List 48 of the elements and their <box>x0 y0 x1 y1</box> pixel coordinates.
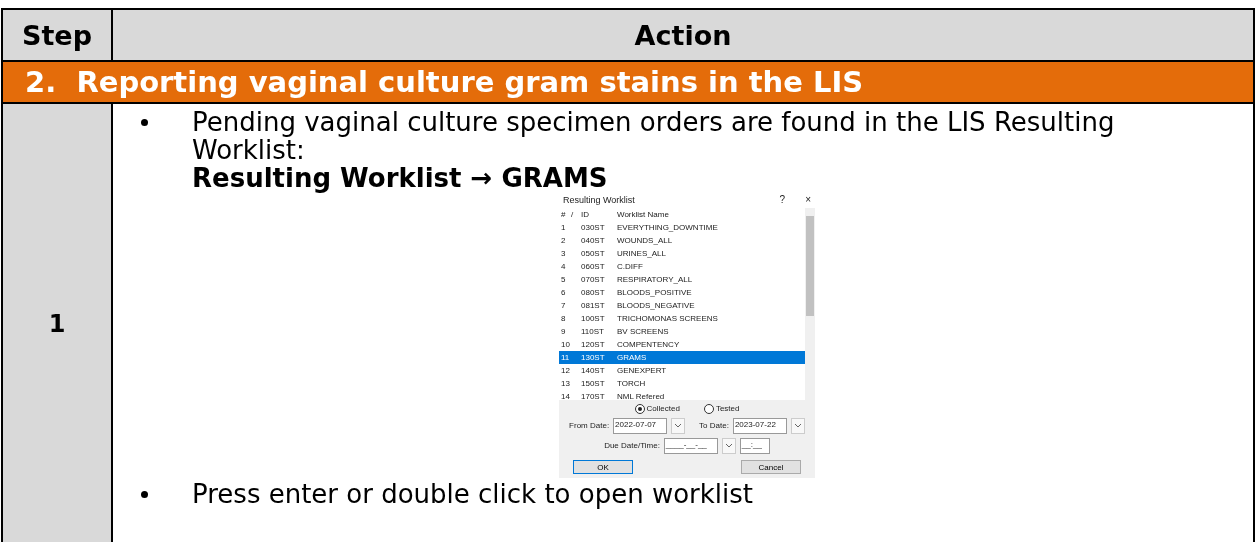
instruction-text: Pending vaginal culture specimen orders are found in the LIS Resulting Worklist: <box>192 108 1116 164</box>
worklist-row[interactable]: 9 110ST BV SCREENS <box>559 325 805 338</box>
worklist-row[interactable]: 6 080ST BLOODS_POSITIVE <box>559 286 805 299</box>
section-header: 2. Reporting vaginal culture gram stains in the LIS <box>3 62 1255 104</box>
help-button[interactable]: ? <box>779 195 786 205</box>
chevron-down-icon <box>675 424 682 428</box>
cancel-button[interactable]: Cancel <box>741 460 801 474</box>
list-header: # <box>561 209 567 220</box>
field-label: From Date: <box>569 421 610 431</box>
worklist-row[interactable]: 5 070ST RESPIRATORY_ALL <box>559 273 805 286</box>
list-header: Worklist Name <box>617 209 670 220</box>
date-field[interactable]: ____-__-__ <box>663 438 718 454</box>
menu-path: Resulting Worklist → GRAMS <box>191 164 609 192</box>
ok-button[interactable]: OK <box>573 460 633 474</box>
worklist-row[interactable]: 3 050ST URINES_ALL <box>559 247 805 260</box>
dropdown-button[interactable] <box>790 418 805 434</box>
field-label: Due Date/Time: <box>604 441 660 451</box>
dropdown-button[interactable] <box>671 418 686 434</box>
bullet-icon <box>141 491 148 498</box>
list-header: / <box>571 209 575 220</box>
step-number: 1 <box>3 104 113 542</box>
instruction-text: Press enter or double click to open worklist <box>192 480 754 508</box>
worklist-row[interactable]: 7 081ST BLOODS_NEGATIVE <box>559 299 805 312</box>
dropdown-button[interactable] <box>721 438 736 454</box>
column-header: Action <box>113 10 1255 62</box>
worklist-row[interactable]: 11 130ST GRAMS <box>559 351 805 364</box>
worklist-row[interactable]: 8 100ST TRICHOMONAS SCREENS <box>559 312 805 325</box>
worklist-row[interactable]: 1 030ST EVERYTHING_DOWNTIME <box>559 221 805 234</box>
radio-button[interactable]: Collected <box>634 404 680 414</box>
worklist-row[interactable]: 2 040ST WOUNDS_ALL <box>559 234 805 247</box>
scrollbar[interactable] <box>805 208 815 400</box>
chevron-down-icon <box>725 444 732 448</box>
worklist-row[interactable]: 13 150ST TORCH <box>559 377 805 390</box>
worklist-row[interactable]: 10 120ST COMPENTENCY <box>559 338 805 351</box>
column-header: Step <box>3 10 113 62</box>
radio-button[interactable]: Tested <box>703 404 740 414</box>
time-field[interactable]: __:__ <box>739 438 770 454</box>
bullet-icon <box>141 119 148 126</box>
close-button[interactable]: × <box>805 195 811 205</box>
field-label: To Date: <box>699 421 729 431</box>
worklist-row[interactable]: 4 060ST C.DIFF <box>559 260 805 273</box>
dialog-title: Resulting Worklist <box>563 195 636 205</box>
date-field[interactable]: 2023-07-22 <box>732 418 787 434</box>
chevron-down-icon <box>794 424 801 428</box>
date-field[interactable]: 2022-07-07 <box>613 418 668 434</box>
list-header: ID <box>581 209 590 220</box>
worklist-row[interactable]: 14 170ST NML Refered <box>559 390 805 400</box>
worklist-row[interactable]: 12 140ST GENEXPERT <box>559 364 805 377</box>
